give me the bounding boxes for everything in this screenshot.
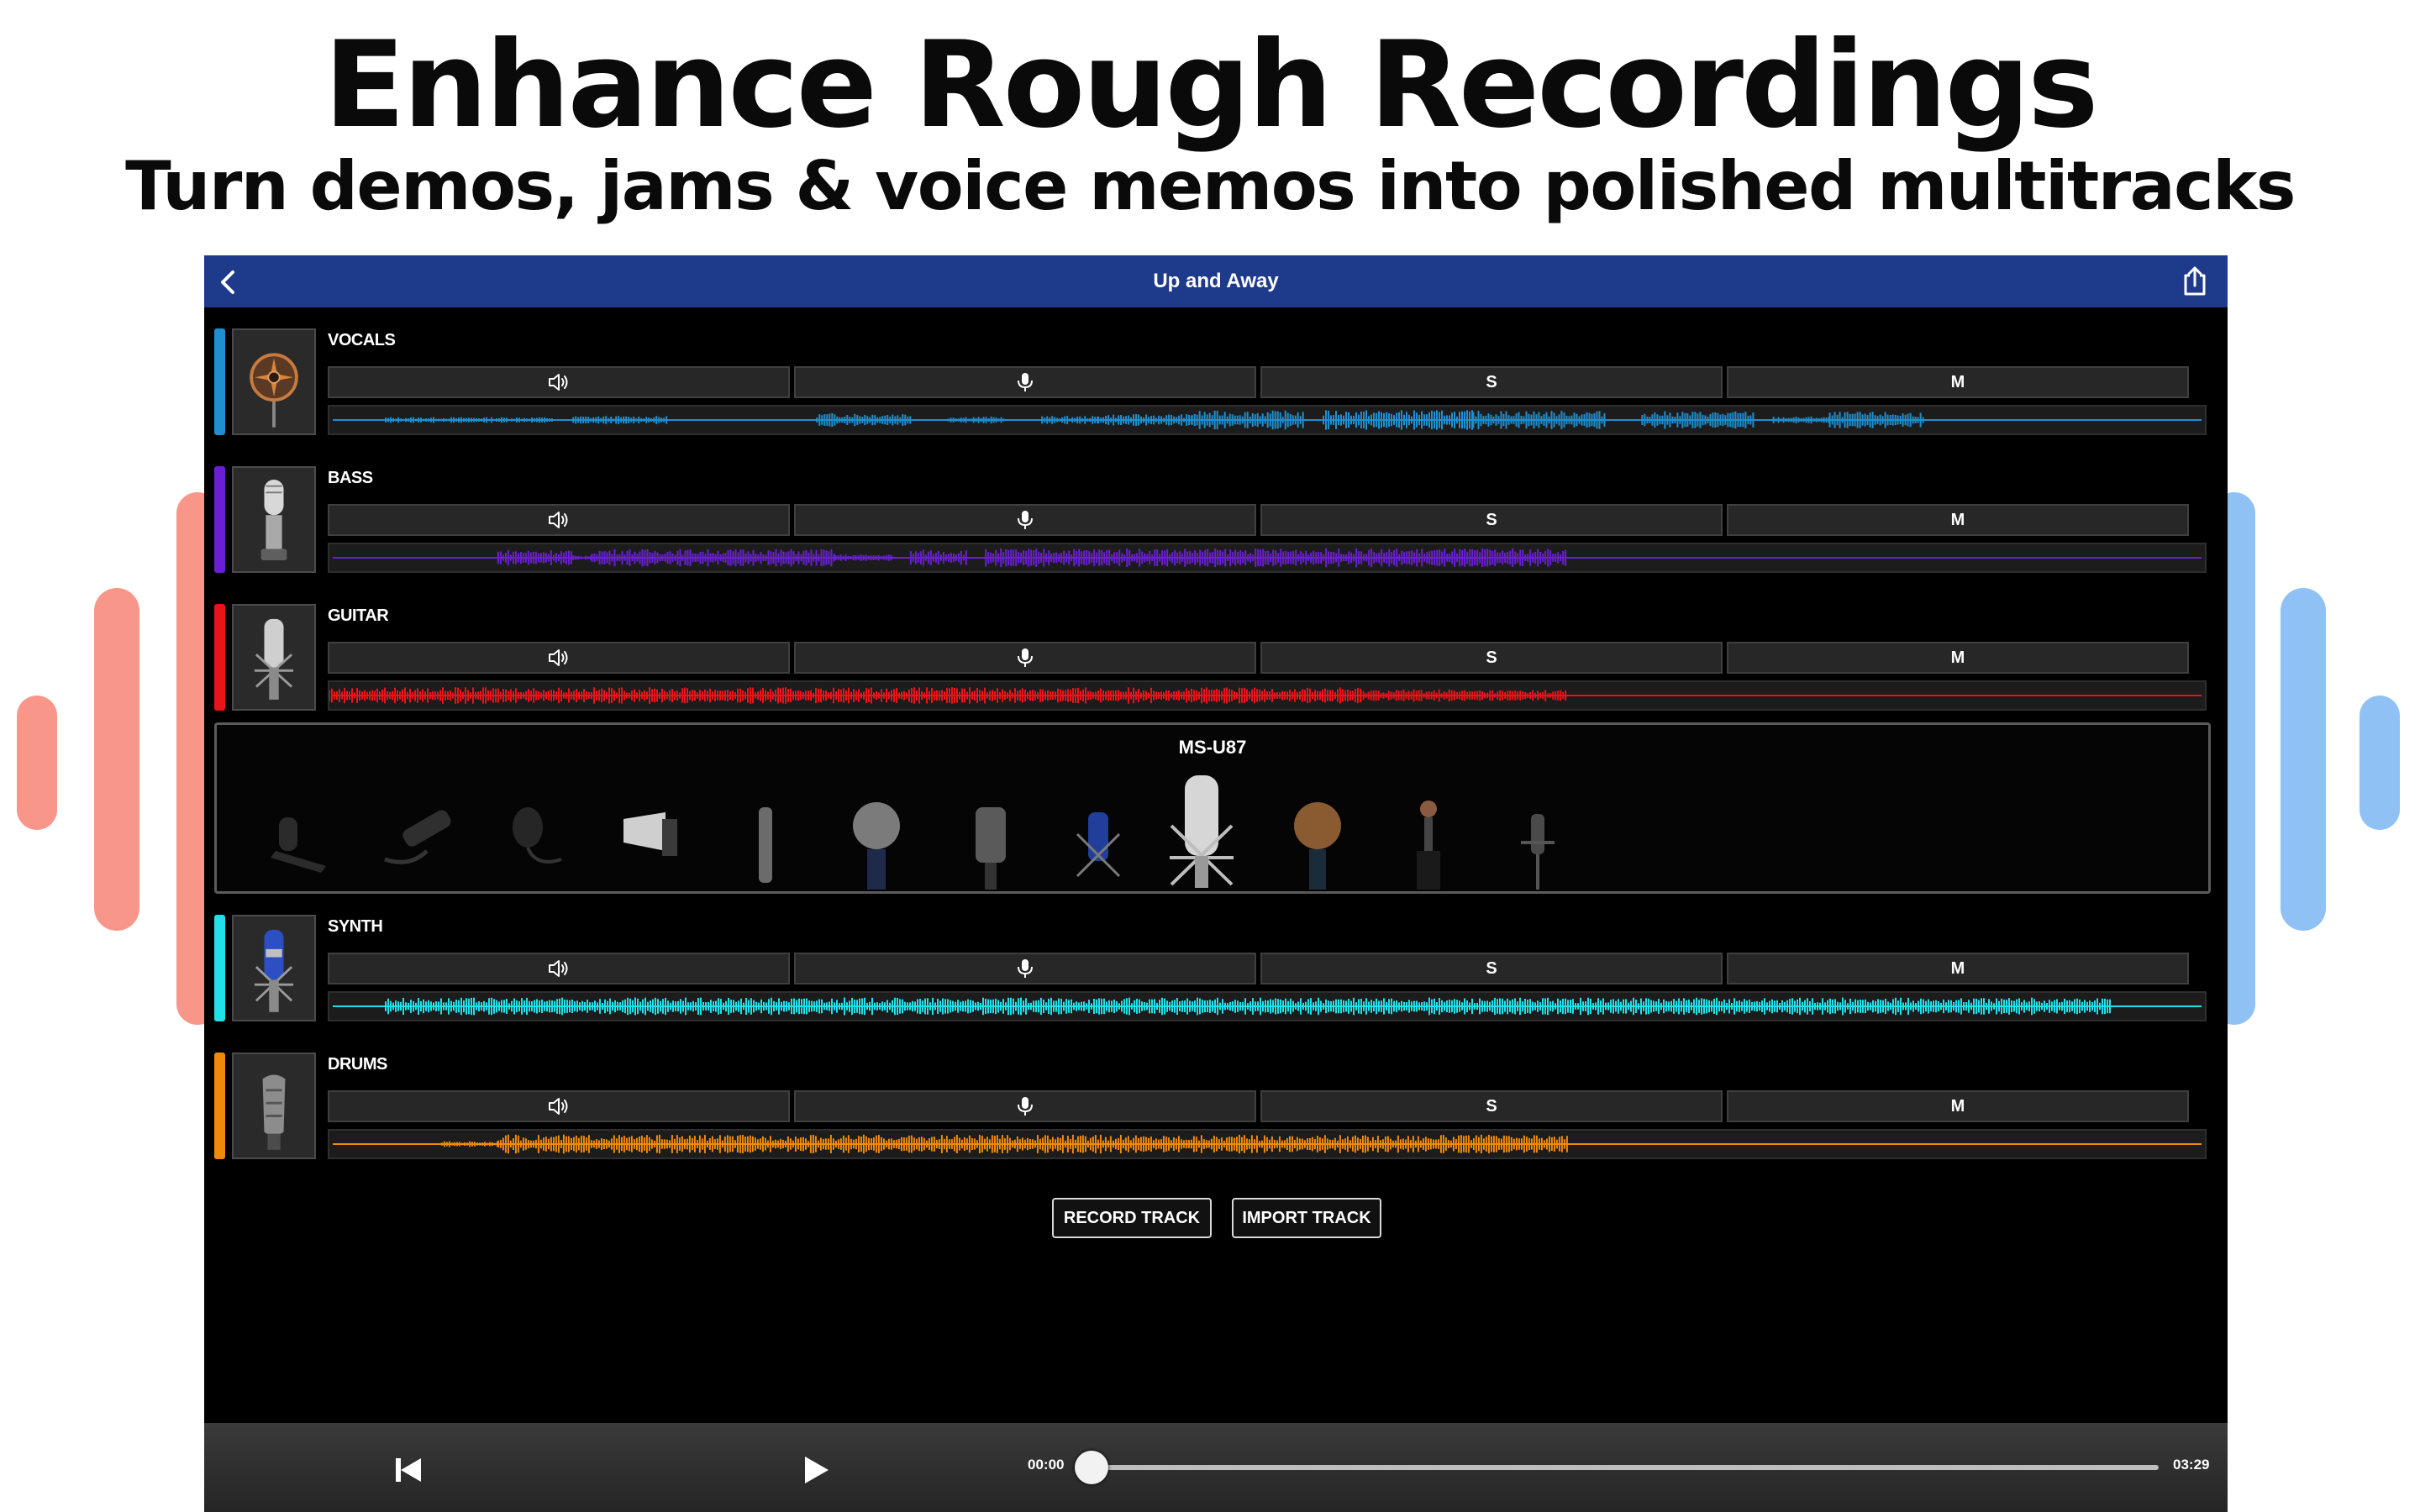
microphone-icon — [1018, 648, 1033, 667]
mic-option-ball-dynamic[interactable] — [853, 802, 900, 890]
track-name: SYNTH — [328, 917, 383, 936]
track-solo-button[interactable]: S — [1260, 1090, 1723, 1122]
microphone-icon — [1018, 373, 1033, 391]
waveform-graphic — [333, 1134, 2202, 1154]
track-drums: DRUMS S M — [204, 1038, 2228, 1164]
back-chevron-icon[interactable] — [213, 265, 246, 299]
mic-option-ms-u87-selected[interactable] — [1170, 775, 1234, 888]
decor-right-bar-small — [2360, 696, 2400, 830]
microphone-icon — [1018, 1097, 1033, 1116]
track-volume-button[interactable] — [328, 504, 790, 536]
mic-option-stand-condenser[interactable] — [1521, 814, 1555, 890]
decor-right-bar-tall — [2281, 588, 2326, 931]
track-waveform[interactable] — [328, 543, 2207, 573]
track-color-strip — [214, 466, 225, 573]
track-name: DRUMS — [328, 1055, 387, 1074]
mic-option-vintage-small[interactable] — [1417, 801, 1440, 890]
mic-option-lavalier[interactable] — [513, 807, 562, 864]
waveform-graphic — [333, 997, 2202, 1016]
track-waveform[interactable] — [328, 680, 2207, 711]
share-icon[interactable] — [2177, 264, 2212, 299]
track-waveform[interactable] — [328, 991, 2207, 1021]
scrubber-handle[interactable] — [1075, 1451, 1108, 1484]
track-mute-button[interactable]: M — [1727, 366, 2189, 398]
track-color-strip — [214, 604, 225, 711]
track-volume-button[interactable] — [328, 1090, 790, 1122]
app-window: Up and Away VOCALS S M BASS S M GUITAR S… — [204, 255, 2228, 1512]
track-synth: SYNTH S M — [204, 900, 2228, 1026]
track-color-strip — [214, 328, 225, 435]
track-solo-button[interactable]: S — [1260, 642, 1723, 674]
track-mic-button[interactable] — [794, 953, 1256, 984]
record-track-button[interactable]: RECORD TRACK — [1052, 1198, 1212, 1238]
track-mic-thumbnail[interactable] — [232, 604, 316, 711]
waveform-graphic — [333, 410, 2202, 430]
speaker-icon — [549, 374, 568, 391]
mic-carousel[interactable] — [217, 725, 2208, 891]
project-title: Up and Away — [1153, 270, 1279, 292]
skip-back-icon[interactable] — [391, 1453, 426, 1487]
track-solo-button[interactable]: S — [1260, 504, 1723, 536]
current-time: 00:00 — [1028, 1457, 1065, 1473]
track-waveform[interactable] — [328, 1129, 2207, 1159]
track-mute-button[interactable]: M — [1727, 504, 2189, 536]
track-color-strip — [214, 1053, 225, 1159]
headline-subtitle: Turn demos, jams & voice memos into poli… — [125, 147, 2296, 225]
track-waveform[interactable] — [328, 405, 2207, 435]
track-vocals: VOCALS S M — [204, 314, 2228, 440]
decor-left-bar-small — [17, 696, 57, 830]
track-mic-button[interactable] — [794, 366, 1256, 398]
play-icon[interactable] — [797, 1452, 834, 1488]
track-volume-button[interactable] — [328, 953, 790, 984]
microphone-icon — [1018, 511, 1033, 529]
decor-left-bar-tall — [94, 588, 139, 931]
track-mic-button[interactable] — [794, 1090, 1256, 1122]
mic-model-picker[interactable]: MS-U87 — [214, 722, 2211, 894]
waveform-graphic — [329, 687, 2202, 704]
mic-option-bronze-ball[interactable] — [1294, 802, 1341, 890]
import-track-button[interactable]: IMPORT TRACK — [1232, 1198, 1381, 1238]
track-mic-button[interactable] — [794, 504, 1256, 536]
track-mute-button[interactable]: M — [1727, 953, 2189, 984]
microphone-icon — [1018, 959, 1033, 978]
speaker-icon — [549, 960, 568, 977]
waveform-graphic — [333, 548, 2202, 568]
track-guitar: GUITAR S M — [204, 590, 2228, 716]
track-color-strip — [214, 915, 225, 1021]
mic-option-shotgun-clip[interactable] — [384, 807, 453, 864]
total-time: 03:29 — [2173, 1457, 2210, 1473]
headline-title: Enhance Rough Recordings — [324, 16, 2098, 155]
mic-option-headset[interactable] — [623, 812, 677, 856]
mic-option-blue-condenser[interactable] — [1076, 812, 1121, 878]
speaker-icon — [549, 1098, 568, 1115]
track-mic-thumbnail[interactable] — [232, 328, 316, 435]
track-volume-button[interactable] — [328, 642, 790, 674]
track-solo-button[interactable]: S — [1260, 366, 1723, 398]
track-name: BASS — [328, 469, 373, 487]
track-mic-button[interactable] — [794, 642, 1256, 674]
track-bass: BASS S M — [204, 452, 2228, 578]
mic-option-pencil-condenser[interactable] — [759, 807, 772, 883]
track-mute-button[interactable]: M — [1727, 642, 2189, 674]
track-name: VOCALS — [328, 331, 396, 349]
mic-option-lavalier-clip[interactable] — [271, 817, 326, 873]
speaker-icon — [549, 649, 568, 666]
track-name: GUITAR — [328, 606, 389, 625]
track-solo-button[interactable]: S — [1260, 953, 1723, 984]
transport-bar: 00:00 03:29 — [204, 1423, 2228, 1512]
track-volume-button[interactable] — [328, 366, 790, 398]
top-bar: Up and Away — [204, 255, 2228, 307]
speaker-icon — [549, 512, 568, 528]
track-mic-thumbnail[interactable] — [232, 1053, 316, 1159]
mic-option-ribbon-box[interactable] — [976, 807, 1006, 890]
track-mic-thumbnail[interactable] — [232, 466, 316, 573]
track-mute-button[interactable]: M — [1727, 1090, 2189, 1122]
track-mic-thumbnail[interactable] — [232, 915, 316, 1021]
playback-scrubber[interactable] — [1083, 1465, 2159, 1470]
